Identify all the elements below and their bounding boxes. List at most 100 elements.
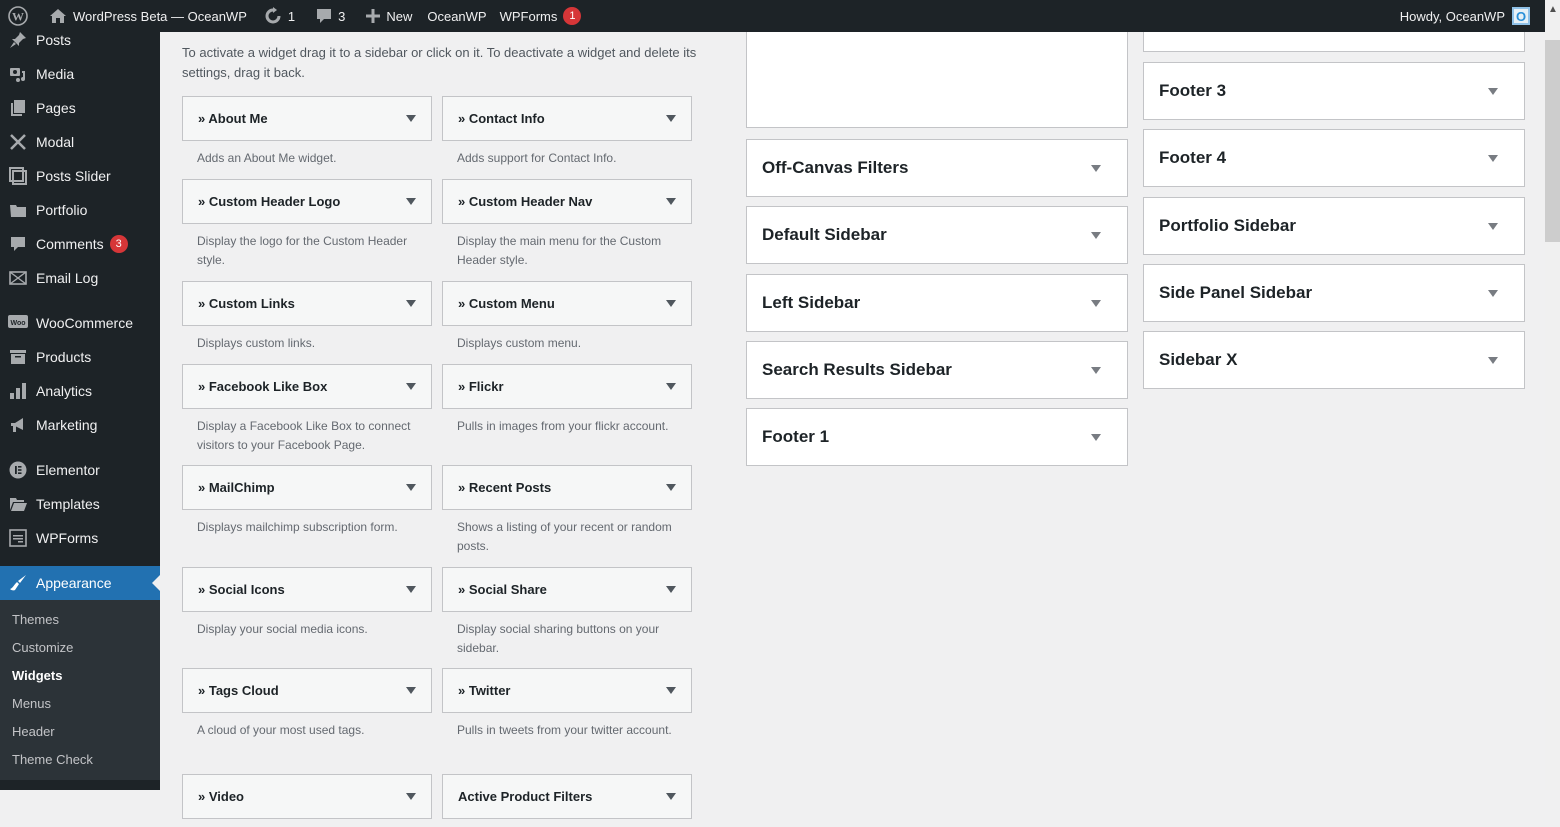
caret-down-icon[interactable]: [406, 198, 416, 205]
caret-down-icon[interactable]: [666, 793, 676, 800]
available-widget: » Tags Cloud A cloud of your most used ta…: [182, 668, 432, 740]
widget-title-bar[interactable]: » About Me: [182, 96, 432, 141]
widget-title-bar[interactable]: » Twitter: [442, 668, 692, 713]
widget-title-bar[interactable]: » Video: [182, 774, 432, 819]
submenu-themes[interactable]: Themes: [0, 606, 160, 634]
wp-logo-button[interactable]: W: [0, 0, 35, 32]
available-widget: » Video: [182, 774, 432, 827]
menu-item-products[interactable]: Products: [0, 340, 160, 374]
menu-item-appearance[interactable]: Appearance: [0, 566, 160, 600]
widget-title-bar[interactable]: » Social Share: [442, 567, 692, 612]
menu-item-comments[interactable]: Comments 3: [0, 227, 160, 261]
caret-down-icon[interactable]: [666, 300, 676, 307]
widget-title-bar[interactable]: » Tags Cloud: [182, 668, 432, 713]
submenu-theme-check[interactable]: Theme Check: [0, 746, 160, 774]
caret-down-icon[interactable]: [1488, 356, 1498, 364]
caret-down-icon[interactable]: [1488, 289, 1498, 297]
sidebar-area[interactable]: Footer 4: [1143, 129, 1525, 187]
available-widget: » Social Share Display social sharing but…: [442, 567, 692, 658]
sidebar-area[interactable]: Off-Canvas Filters: [746, 139, 1128, 197]
caret-down-icon[interactable]: [1488, 222, 1498, 230]
caret-down-icon[interactable]: [666, 383, 676, 390]
new-content-link[interactable]: New: [352, 0, 419, 32]
caret-down-icon[interactable]: [666, 198, 676, 205]
widget-title-bar[interactable]: » Contact Info: [442, 96, 692, 141]
megaphone-icon: [8, 415, 28, 435]
menu-label: WooCommerce: [36, 315, 133, 331]
oceanwp-label: OceanWP: [427, 8, 487, 24]
menu-item-templates[interactable]: Templates: [0, 487, 160, 521]
menu-item-portfolio[interactable]: Portfolio: [0, 193, 160, 227]
available-widget: » Social Icons Display your social media …: [182, 567, 432, 639]
widget-title-bar[interactable]: » MailChimp: [182, 465, 432, 510]
caret-down-icon[interactable]: [406, 383, 416, 390]
caret-down-icon[interactable]: [1488, 154, 1498, 162]
widget-title-bar[interactable]: » Facebook Like Box: [182, 364, 432, 409]
sidebar-area[interactable]: Portfolio Sidebar: [1143, 197, 1525, 255]
caret-down-icon[interactable]: [406, 115, 416, 122]
sidebar-area-partial[interactable]: [1143, 30, 1525, 52]
caret-down-icon[interactable]: [406, 300, 416, 307]
caret-down-icon[interactable]: [666, 687, 676, 694]
updates-link[interactable]: 1: [254, 0, 302, 32]
menu-item-posts-slider[interactable]: Posts Slider: [0, 159, 160, 193]
submenu-header[interactable]: Header: [0, 718, 160, 746]
page-scrollbar[interactable]: ▲: [1545, 0, 1560, 790]
sidebar-area[interactable]: Side Panel Sidebar: [1143, 264, 1525, 322]
caret-down-icon[interactable]: [1091, 299, 1101, 307]
oceanwp-link[interactable]: OceanWP: [419, 0, 493, 32]
caret-down-icon[interactable]: [666, 115, 676, 122]
caret-down-icon[interactable]: [1091, 366, 1101, 374]
menu-item-analytics[interactable]: Analytics: [0, 374, 160, 408]
my-account-link[interactable]: Howdy, OceanWP O: [1393, 0, 1537, 32]
menu-item-modal[interactable]: Modal: [0, 125, 160, 159]
sidebar-area[interactable]: Footer 3: [1143, 62, 1525, 120]
comments-link[interactable]: 3: [302, 0, 352, 32]
menu-item-pages[interactable]: Pages: [0, 91, 160, 125]
widget-description: Pulls in images from your flickr account…: [457, 419, 669, 433]
widget-title-bar[interactable]: » Social Icons: [182, 567, 432, 612]
wpforms-link[interactable]: WPForms 1: [494, 0, 589, 32]
scrollbar-thumb[interactable]: [1545, 40, 1560, 242]
caret-down-icon[interactable]: [1488, 87, 1498, 95]
widget-title-bar[interactable]: Active Product Filters: [442, 774, 692, 819]
menu-item-posts[interactable]: Posts: [0, 32, 160, 57]
menu-item-elementor[interactable]: Elementor: [0, 453, 160, 487]
sidebar-area-partial[interactable]: [746, 30, 1128, 128]
scroll-up-arrow-icon[interactable]: ▲: [1548, 4, 1558, 15]
widget-title-bar[interactable]: » Custom Menu: [442, 281, 692, 326]
sidebar-area[interactable]: Footer 1: [746, 408, 1128, 466]
widget-title-bar[interactable]: » Recent Posts: [442, 465, 692, 510]
caret-down-icon[interactable]: [406, 793, 416, 800]
caret-down-icon[interactable]: [1091, 231, 1101, 239]
widget-title-bar[interactable]: » Custom Header Nav: [442, 179, 692, 224]
widget-title-bar[interactable]: » Flickr: [442, 364, 692, 409]
caret-down-icon[interactable]: [406, 484, 416, 491]
caret-down-icon[interactable]: [666, 586, 676, 593]
widget-title: » Custom Header Nav: [458, 194, 593, 209]
caret-down-icon[interactable]: [406, 586, 416, 593]
menu-item-wpforms[interactable]: WPForms: [0, 521, 160, 555]
caret-down-icon[interactable]: [666, 484, 676, 491]
available-widget: » Twitter Pulls in tweets from your twitt…: [442, 668, 692, 740]
menu-item-media[interactable]: Media: [0, 57, 160, 91]
menu-item-marketing[interactable]: Marketing: [0, 408, 160, 442]
menu-item-email-log[interactable]: Email Log: [0, 261, 160, 295]
caret-down-icon[interactable]: [1091, 433, 1101, 441]
sidebar-area[interactable]: Sidebar X: [1143, 331, 1525, 389]
caret-down-icon[interactable]: [1091, 164, 1101, 172]
submenu-customize[interactable]: Customize: [0, 634, 160, 662]
widget-title-bar[interactable]: » Custom Header Logo: [182, 179, 432, 224]
comments-badge: 3: [109, 235, 128, 253]
widget-title: » Twitter: [458, 683, 511, 698]
sidebar-area[interactable]: Left Sidebar: [746, 274, 1128, 332]
sidebar-title: Side Panel Sidebar: [1159, 283, 1313, 302]
sidebar-area[interactable]: Search Results Sidebar: [746, 341, 1128, 399]
caret-down-icon[interactable]: [406, 687, 416, 694]
widget-title-bar[interactable]: » Custom Links: [182, 281, 432, 326]
submenu-widgets[interactable]: Widgets: [0, 662, 160, 690]
menu-item-woocommerce[interactable]: Woo WooCommerce: [0, 306, 160, 340]
site-name-link[interactable]: WordPress Beta — OceanWP: [35, 0, 254, 32]
submenu-menus[interactable]: Menus: [0, 690, 160, 718]
sidebar-area[interactable]: Default Sidebar: [746, 206, 1128, 264]
